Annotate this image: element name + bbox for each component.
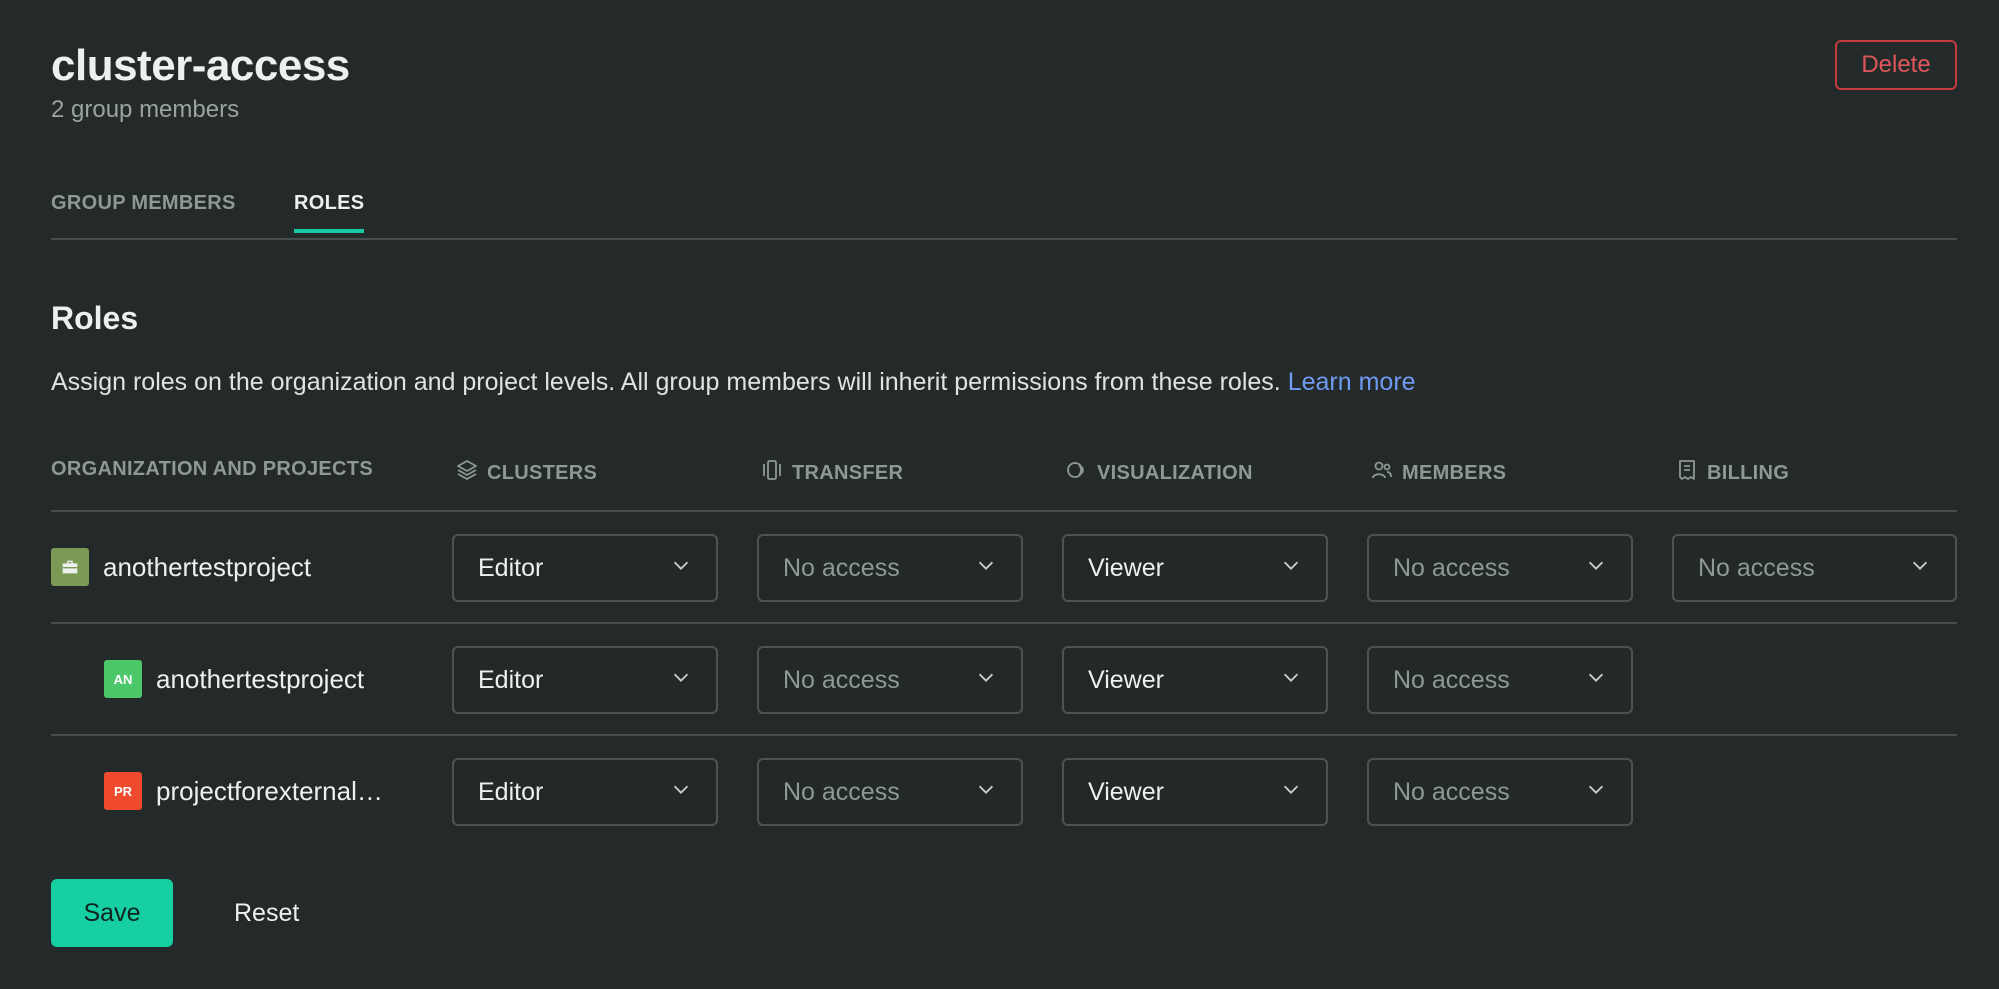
layers-icon [455,458,479,488]
visualization-icon [1065,458,1089,488]
select-value: Viewer [1088,665,1164,694]
chevron-down-icon [1280,778,1302,807]
transfer-role-select[interactable]: No access [757,534,1023,602]
column-header-clusters: CLUSTERS [455,458,597,488]
tab-bar: GROUP MEMBERS ROLES [51,184,1957,240]
select-value: No access [1393,553,1510,582]
column-header-visualization: VISUALIZATION [1065,458,1253,488]
chevron-down-icon [1280,554,1302,583]
chevron-down-icon [1909,554,1931,583]
members-role-select[interactable]: No access [1367,534,1633,602]
clusters-role-select[interactable]: Editor [452,758,718,826]
members-icon [1370,458,1394,488]
chevron-down-icon [975,554,997,583]
chevron-down-icon [975,778,997,807]
table-row: AN anothertestproject Editor No access V… [51,624,1957,736]
select-value: No access [783,665,900,694]
select-value: No access [1698,553,1815,582]
chevron-down-icon [1585,666,1607,695]
section-title: Roles [51,300,139,336]
learn-more-link[interactable]: Learn more [1288,368,1416,396]
visualization-role-select[interactable]: Viewer [1062,534,1328,602]
visualization-role-select[interactable]: Viewer [1062,646,1328,714]
chevron-down-icon [1585,554,1607,583]
column-header-org: ORGANIZATION AND PROJECTS [51,458,373,481]
project-name: anothertestproject [156,663,365,694]
page-header: cluster-access 2 group members [51,36,350,124]
chevron-down-icon [670,554,692,583]
row-label: PR projectforexternal… [104,736,383,846]
transfer-icon [760,458,784,488]
chevron-down-icon [670,666,692,695]
select-value: Editor [478,665,544,694]
members-role-select[interactable]: No access [1367,758,1633,826]
column-label: ORGANIZATION AND PROJECTS [51,458,373,480]
members-role-select[interactable]: No access [1367,646,1633,714]
project-name: projectforexternal… [156,775,383,806]
section-description: Assign roles on the organization and pro… [51,368,1416,397]
chevron-down-icon [1585,778,1607,807]
project-name: anothertestproject [103,551,312,582]
transfer-role-select[interactable]: No access [757,646,1023,714]
column-header-billing: BILLING [1675,458,1789,488]
chevron-down-icon [1280,666,1302,695]
select-value: Viewer [1088,777,1164,806]
chevron-down-icon [670,778,692,807]
select-value: Editor [478,777,544,806]
select-value: No access [783,553,900,582]
page-title: cluster-access [51,41,350,90]
billing-role-select[interactable]: No access [1672,534,1957,602]
column-label: BILLING [1707,461,1790,484]
select-value: No access [783,777,900,806]
transfer-role-select[interactable]: No access [757,758,1023,826]
roles-table: ORGANIZATION AND PROJECTS CLUSTERS TRANS… [51,448,1957,846]
visualization-role-select[interactable]: Viewer [1062,758,1328,826]
description-text: Assign roles on the organization and pro… [51,368,1281,396]
member-count: 2 group members [51,96,240,123]
project-badge: AN [104,660,142,698]
chevron-down-icon [975,666,997,695]
receipt-icon [1675,458,1699,488]
row-label: anothertestproject [51,512,311,622]
table-row: PR projectforexternal… Editor No access … [51,736,1957,846]
reset-button[interactable]: Reset [234,879,299,947]
tab-roles[interactable]: ROLES [294,192,365,233]
project-badge: PR [104,772,142,810]
clusters-role-select[interactable]: Editor [452,646,718,714]
column-label: CLUSTERS [487,461,598,484]
briefcase-icon [51,548,89,586]
tab-group-members[interactable]: GROUP MEMBERS [51,192,236,231]
table-header: ORGANIZATION AND PROJECTS CLUSTERS TRANS… [51,448,1957,512]
table-row: anothertestproject Editor No access View… [51,512,1957,624]
save-button[interactable]: Save [51,879,173,947]
delete-button[interactable]: Delete [1835,40,1957,90]
select-value: Editor [478,553,544,582]
column-header-transfer: TRANSFER [760,458,903,488]
column-label: TRANSFER [792,461,904,484]
row-label: AN anothertestproject [104,624,364,734]
select-value: No access [1393,777,1510,806]
column-header-members: MEMBERS [1370,458,1506,488]
column-label: VISUALIZATION [1097,461,1253,484]
select-value: No access [1393,665,1510,694]
column-label: MEMBERS [1402,461,1507,484]
clusters-role-select[interactable]: Editor [452,534,718,602]
select-value: Viewer [1088,553,1164,582]
